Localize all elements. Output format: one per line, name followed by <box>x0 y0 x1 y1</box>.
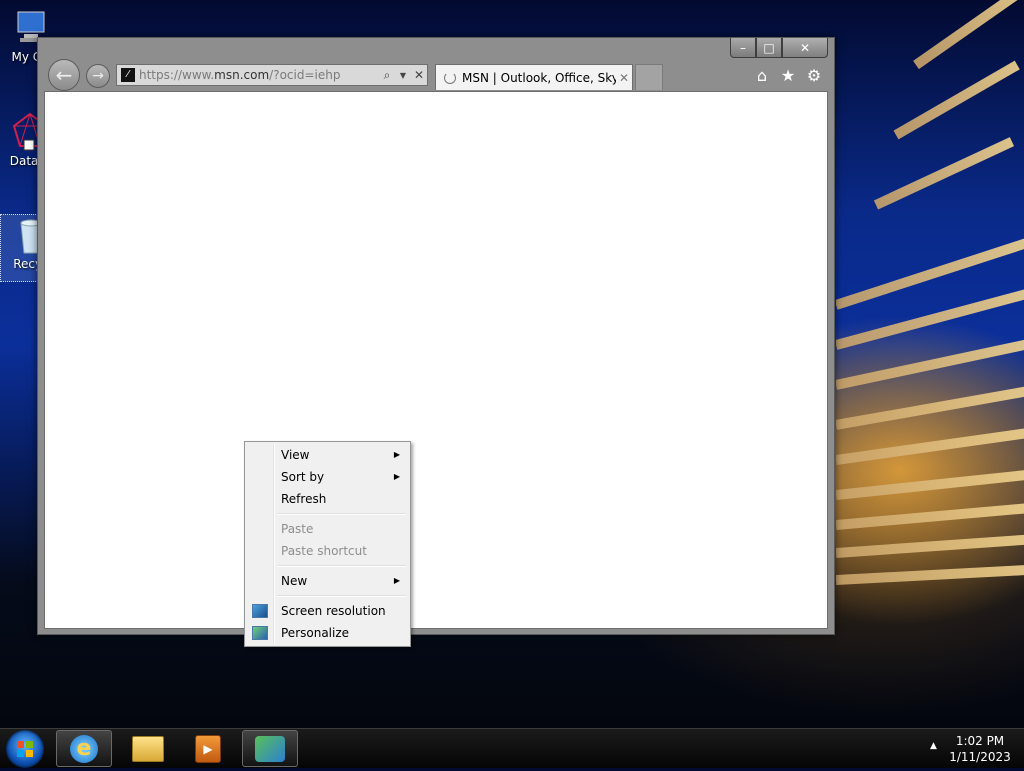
page-content[interactable] <box>44 91 828 629</box>
close-button[interactable]: ✕ <box>782 38 828 58</box>
forward-button[interactable]: → <box>86 64 110 88</box>
stop-icon[interactable]: ✕ <box>411 68 427 82</box>
tab-msn[interactable]: MSN | Outlook, Office, Sky... ✕ <box>435 64 633 90</box>
address-bar[interactable]: ⁄ https://www.msn.com/?ocid=iehp ⌕ ▼ ✕ <box>116 64 428 86</box>
taskbar-internet-explorer[interactable]: e <box>56 730 112 767</box>
personalize-icon <box>252 626 268 640</box>
arrow-right-icon: → <box>92 68 104 84</box>
gear-icon[interactable]: ⚙ <box>804 66 824 85</box>
start-button[interactable] <box>6 730 44 768</box>
address-url[interactable]: https://www.msn.com/?ocid=iehp <box>139 68 379 82</box>
folder-icon <box>132 735 164 762</box>
minimize-button[interactable]: – <box>730 38 756 58</box>
star-icon[interactable]: ★ <box>778 66 798 85</box>
screen-resolution-icon <box>252 604 268 618</box>
menu-item-label: Refresh <box>281 492 327 506</box>
clock-time: 1:02 PM <box>955 734 1005 748</box>
menu-separator <box>277 513 406 515</box>
search-icon[interactable]: ⌕ <box>379 68 395 83</box>
taskbar-app[interactable] <box>242 730 298 767</box>
url-prefix: https://www. <box>139 68 215 82</box>
msn-favicon-icon: ⁄ <box>121 68 135 82</box>
wallpaper-bridge <box>836 0 1024 640</box>
url-domain: msn.com <box>214 68 270 82</box>
browser-toolbar: ⌂ ★ ⚙ <box>752 66 824 85</box>
taskbar: e ▶ ▲ 1:02 PM 1/11/2023 <box>0 728 1024 768</box>
menu-item-personalize[interactable]: Personalize <box>247 622 408 644</box>
taskbar-file-explorer[interactable] <box>120 730 176 767</box>
menu-item-sort-by[interactable]: Sort by ▶ <box>247 466 408 488</box>
url-suffix: /?ocid=iehp <box>269 68 341 82</box>
app-icon <box>255 735 285 762</box>
browser-window[interactable]: – □ ✕ ← → ⁄ https://www.msn.com/?ocid=ie… <box>37 37 835 635</box>
show-hidden-icons-icon[interactable]: ▲ <box>930 741 937 751</box>
windows-logo-icon <box>17 741 33 757</box>
menu-item-paste: Paste <box>247 518 408 540</box>
menu-item-view[interactable]: View ▶ <box>247 444 408 466</box>
menu-item-label: Paste <box>281 522 314 536</box>
menu-item-label: Paste shortcut <box>281 544 367 558</box>
menu-item-label: Screen resolution <box>281 604 386 618</box>
new-tab-button[interactable] <box>635 64 663 90</box>
system-clock[interactable]: 1:02 PM 1/11/2023 <box>944 733 1016 765</box>
menu-item-label: New <box>281 574 308 588</box>
menu-separator <box>277 565 406 567</box>
submenu-arrow-icon: ▶ <box>393 576 400 585</box>
internet-explorer-icon: e <box>70 734 98 763</box>
submenu-arrow-icon: ▶ <box>393 472 400 481</box>
arrow-left-icon: ← <box>55 63 73 87</box>
maximize-button[interactable]: □ <box>756 38 782 58</box>
dropdown-arrow-icon[interactable]: ▼ <box>395 71 411 80</box>
back-button[interactable]: ← <box>48 59 80 91</box>
menu-item-label: Personalize <box>281 626 350 640</box>
menu-item-screen-resolution[interactable]: Screen resolution <box>247 600 408 622</box>
submenu-arrow-icon: ▶ <box>393 450 400 459</box>
window-caption-buttons: – □ ✕ <box>730 38 828 58</box>
taskbar-media-player[interactable]: ▶ <box>180 730 236 767</box>
menu-item-label: Sort by <box>281 470 325 484</box>
menu-item-label: View <box>281 448 310 462</box>
media-player-icon: ▶ <box>195 734 221 763</box>
loading-spinner-icon <box>444 71 456 84</box>
clock-date: 1/11/2023 <box>949 750 1011 764</box>
tab-title: MSN | Outlook, Office, Sky... <box>462 70 616 85</box>
tab-close-icon[interactable]: ✕ <box>616 71 632 85</box>
menu-item-new[interactable]: New ▶ <box>247 570 408 592</box>
menu-separator <box>277 595 406 597</box>
desktop-context-menu: View ▶ Sort by ▶ Refresh Paste Paste sho… <box>244 441 411 647</box>
home-icon[interactable]: ⌂ <box>752 66 772 85</box>
menu-item-paste-shortcut: Paste shortcut <box>247 540 408 562</box>
menu-item-refresh[interactable]: Refresh <box>247 488 408 510</box>
